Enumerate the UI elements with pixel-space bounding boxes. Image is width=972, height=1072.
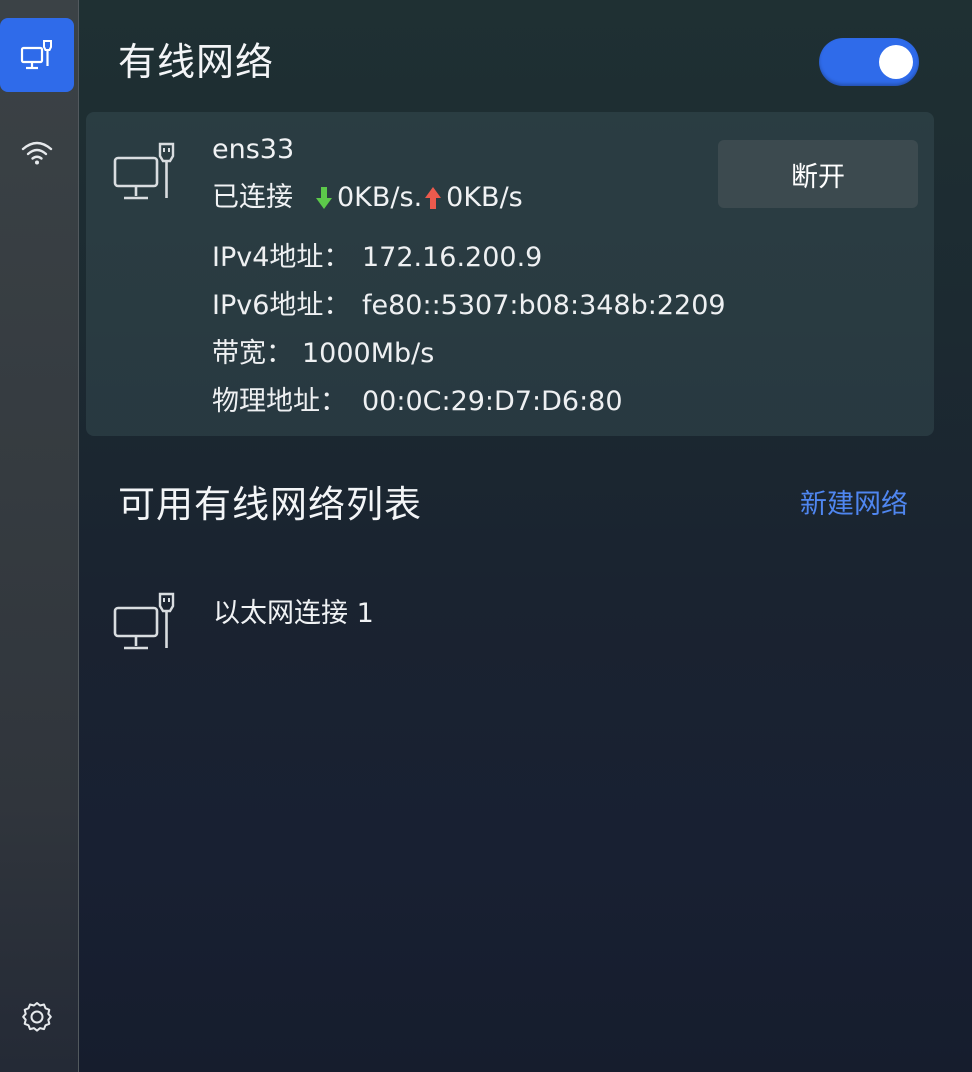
ipv4-value: 172.16.200.9	[362, 242, 543, 273]
wired-network-toggle[interactable]	[819, 38, 919, 86]
ipv4-label: IPv4地址：	[212, 242, 351, 273]
gear-icon	[22, 1002, 52, 1032]
mac-value: 00:0C:29:D7:D6:80	[362, 386, 623, 417]
mac-label: 物理地址：	[212, 386, 347, 417]
list-item-label: 以太网连接 1	[213, 598, 374, 629]
new-network-link[interactable]: 新建网络	[800, 486, 908, 524]
status-text: 已连接	[212, 182, 293, 213]
active-connection-card: ens33 已连接 0KB/s. 0KB/s IPv4地址： 172.16.200…	[86, 112, 934, 436]
wired-network-icon	[20, 40, 52, 70]
sidebar-item-wifi[interactable]	[0, 116, 74, 190]
ipv4-row: IPv4地址： 172.16.200.9	[212, 240, 542, 276]
sidebar	[0, 0, 79, 1072]
ipv6-value: fe80::5307:b08:348b:2209	[362, 290, 726, 321]
available-networks-title: 可用有线网络列表	[118, 483, 422, 526]
upload-arrow-icon	[425, 187, 442, 209]
list-item[interactable]: 以太网连接 1	[100, 580, 920, 660]
ipv6-row: IPv6地址： fe80::5307:b08:348b:2209	[212, 288, 726, 324]
interface-name: ens33	[212, 134, 295, 165]
connection-status: 已连接 0KB/s. 0KB/s	[212, 180, 523, 216]
upload-speed: 0KB/s	[446, 182, 523, 213]
disconnect-button[interactable]: 断开	[718, 140, 918, 208]
bandwidth-label: 带宽：	[212, 338, 293, 369]
sidebar-item-settings[interactable]	[0, 980, 74, 1054]
download-speed: 0KB/s.	[337, 182, 423, 213]
toggle-knob	[879, 45, 913, 79]
bandwidth-row: 带宽： 1000Mb/s	[212, 336, 434, 372]
sidebar-item-wired[interactable]	[0, 18, 74, 92]
wired-network-icon	[112, 140, 178, 210]
mac-row: 物理地址： 00:0C:29:D7:D6:80	[212, 384, 623, 420]
bandwidth-value: 1000Mb/s	[302, 338, 435, 369]
wired-network-icon	[112, 590, 178, 660]
ipv6-label: IPv6地址：	[212, 290, 351, 321]
page-title: 有线网络	[118, 40, 275, 84]
download-arrow-icon	[316, 187, 332, 209]
wifi-icon	[21, 141, 53, 165]
